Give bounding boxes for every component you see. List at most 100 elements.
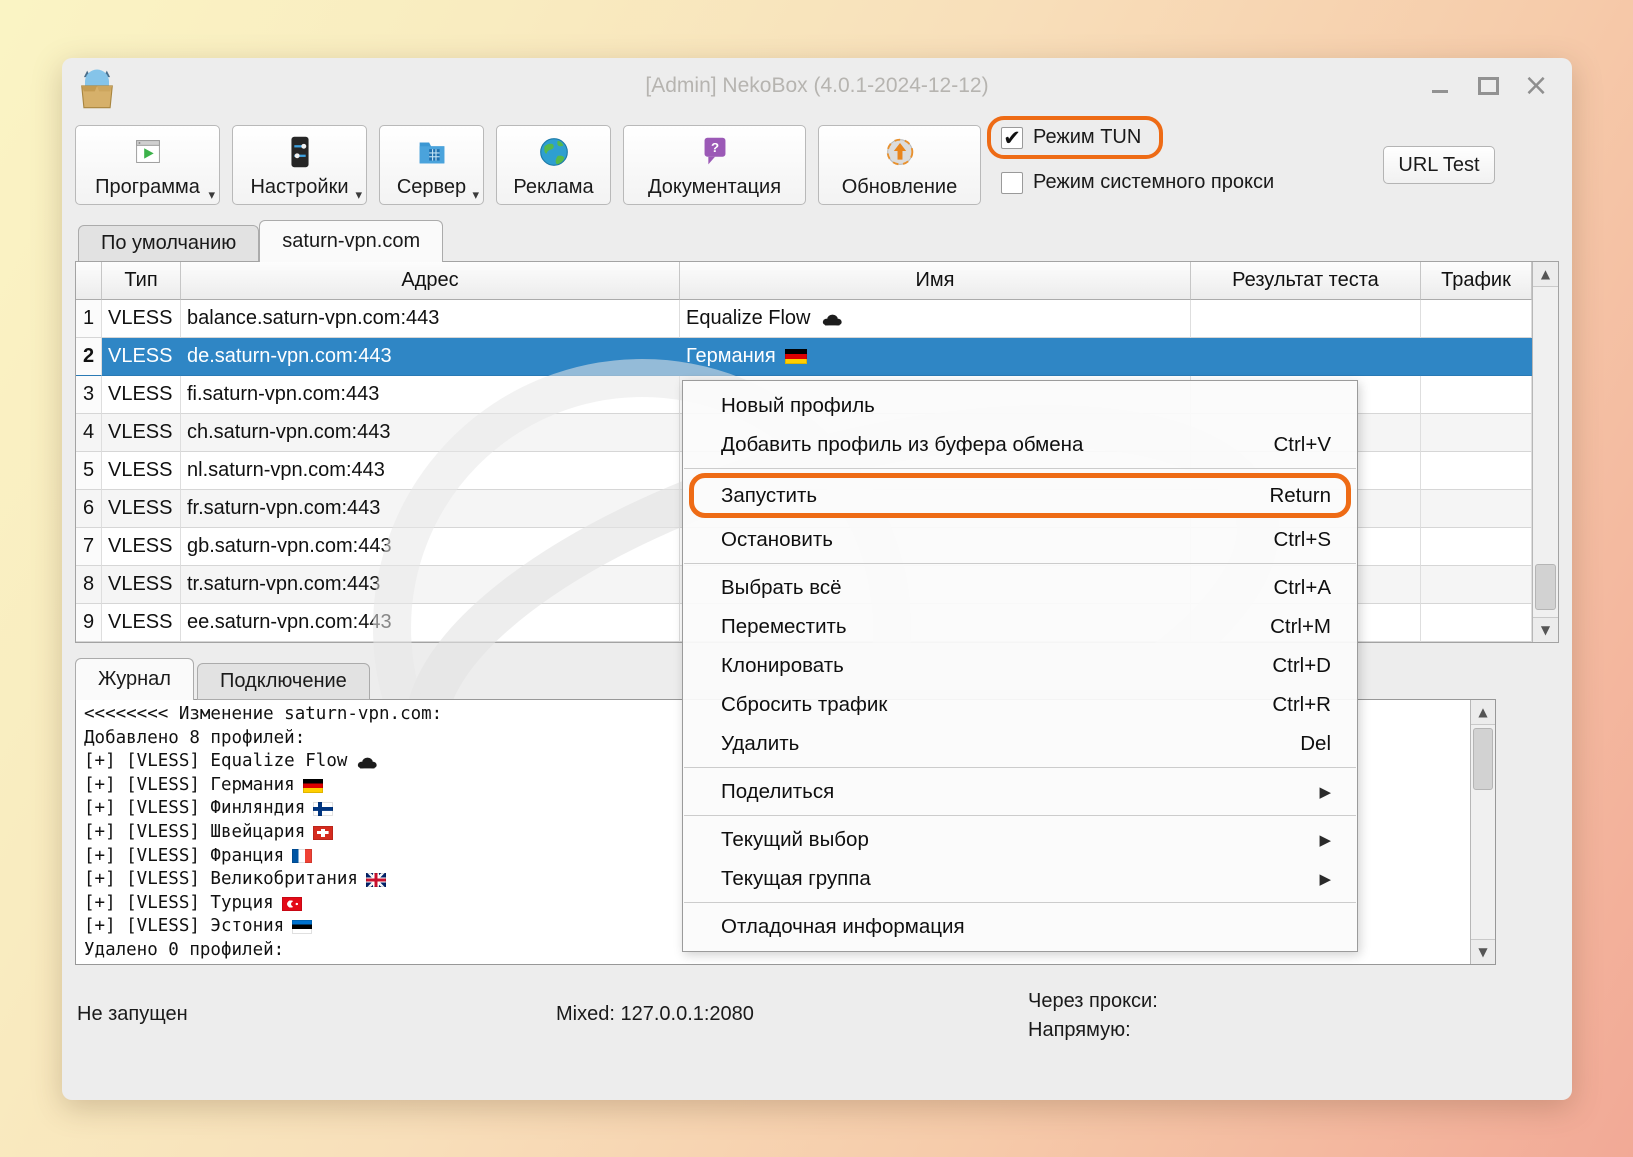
menu-item-label: Выбрать всё [721,576,842,600]
table-corner-cell[interactable] [76,262,102,300]
scroll-up-arrow[interactable]: ▲ [1533,262,1558,287]
cell-type: VLESS [102,338,181,376]
cell-traffic [1421,490,1532,528]
menu-separator [684,767,1356,768]
menu-item[interactable]: Отладочная информация [683,907,1357,946]
group-tabs: По умолчаниюsaturn-vpn.com [75,218,443,262]
maximize-button[interactable] [1476,74,1500,98]
log-tab-inactive[interactable]: Подключение [197,663,370,700]
table-row[interactable]: 1VLESSbalance.saturn-vpn.com:443Equalize… [76,300,1532,338]
row-number: 4 [76,414,102,452]
scroll-down-arrow[interactable]: ▼ [1533,617,1558,642]
status-via-proxy: Через прокси: [1028,987,1158,1016]
context-menu: Новый профиль Добавить профиль из буфера … [682,380,1358,952]
submenu-arrow-icon: ▶ [1319,831,1331,849]
table-scrollbar[interactable]: ▲▼ [1532,262,1558,642]
log-line-text: [+] [VLESS] Эстония [84,915,284,939]
gb-flag-icon [366,873,386,887]
server-table-header: ТипАдресИмяРезультат тестаТрафик [76,262,1532,300]
menu-item[interactable]: Текущая группа▶ [683,859,1357,898]
cell-address: ee.saturn-vpn.com:443 [181,604,680,642]
log-line-text: [+] [VLESS] Турция [84,892,274,916]
cell-traffic [1421,376,1532,414]
cell-address: de.saturn-vpn.com:443 [181,338,680,376]
menu-item-label: Удалить [721,732,799,756]
row-number: 9 [76,604,102,642]
menu-item[interactable]: Поделиться▶ [683,772,1357,811]
row-number: 3 [76,376,102,414]
close-icon: × [1523,74,1548,98]
menu-item-label: Новый профиль [721,394,875,418]
row-number: 5 [76,452,102,490]
menu-item-shortcut: Del [1300,732,1331,756]
cell-type: VLESS [102,566,181,604]
menu-item-label: Клонировать [721,654,844,678]
app-window-icon [129,130,167,174]
column-header-1[interactable]: Тип [102,262,181,300]
scroll-thumb[interactable] [1473,728,1493,790]
column-header-3[interactable]: Имя [680,262,1191,300]
toolbar-button-help-bubble[interactable]: ?Документация [623,125,806,205]
cell-traffic [1421,338,1532,376]
log-tab-active[interactable]: Журнал [75,658,194,700]
menu-item[interactable]: Новый профиль [683,386,1357,425]
titlebar[interactable]: [Admin] NekoBox (4.0.1-2024-12-12) × [62,58,1572,114]
scroll-thumb[interactable] [1535,564,1556,610]
checkmark-icon: ✔ [1003,128,1021,148]
window-controls: × [1428,58,1548,114]
column-header-2[interactable]: Адрес [181,262,680,300]
menu-item[interactable]: КлонироватьCtrl+D [683,646,1357,685]
toolbar-button-settings[interactable]: Настройки▾ [232,125,367,205]
tun-mode-checkbox[interactable]: ✔ Режим TUN [1001,126,1141,149]
menu-item[interactable]: ПереместитьCtrl+M [683,607,1357,646]
toolbar-button-app-window[interactable]: Программа▾ [75,125,220,205]
dropdown-arrow-icon: ▾ [355,188,362,203]
cell-test-result [1191,338,1421,376]
toolbar-button-update[interactable]: Обновление [818,125,981,205]
de-flag-icon [303,779,323,793]
menu-separator [684,468,1356,469]
tun-mode-highlight-ring: ✔ Режим TUN [987,116,1163,159]
url-test-button[interactable]: URL Test [1383,146,1495,184]
menu-item[interactable]: Добавить профиль из буфера обменаCtrl+V [683,425,1357,464]
menu-item[interactable]: ОстановитьCtrl+S [683,520,1357,559]
menu-item[interactable]: Сбросить трафикCtrl+R [683,685,1357,724]
menu-item-shortcut: Ctrl+A [1273,576,1331,600]
log-line-text: <<<<<<<< Изменение saturn-vpn.com: [84,703,442,727]
table-row[interactable]: 2VLESSde.saturn-vpn.com:443Германия [76,338,1532,376]
menu-item[interactable]: Выбрать всё Ctrl+A [683,568,1357,607]
scroll-down-arrow[interactable]: ▼ [1471,939,1495,964]
close-button[interactable]: × [1524,74,1548,98]
column-header-5[interactable]: Трафик [1421,262,1532,300]
log-line-text: Добавлено 8 профилей: [84,727,305,751]
row-number: 8 [76,566,102,604]
log-scrollbar[interactable]: ▲▼ [1470,700,1495,964]
menu-separator [684,563,1356,564]
scroll-up-arrow[interactable]: ▲ [1471,700,1495,725]
menu-item[interactable]: Текущий выбор▶ [683,820,1357,859]
tun-mode-label: Режим TUN [1033,126,1141,149]
column-header-4[interactable]: Результат теста [1191,262,1421,300]
cell-traffic [1421,300,1532,338]
log-line-text: [+] [VLESS] Франция [84,845,284,869]
minimize-button[interactable] [1428,74,1452,98]
update-icon [881,130,919,174]
menu-item-label: Переместить [721,615,847,639]
menu-item[interactable]: ЗапуститьReturn [689,473,1351,518]
submenu-arrow-icon: ▶ [1319,870,1331,888]
menu-item[interactable]: Удалить Del [683,724,1357,763]
toolbar-button-server-folder[interactable]: Сервер▾ [379,125,484,205]
toolbar-button-label: Реклама [513,174,593,200]
cell-test-result [1191,300,1421,338]
toolbar-button-globe[interactable]: Реклама [496,125,611,205]
status-traffic: Через прокси: Напрямую: [1028,987,1158,1045]
group-tab-active[interactable]: saturn-vpn.com [259,220,443,262]
system-proxy-checkbox[interactable]: Режим системного прокси [1001,171,1274,194]
group-tab-inactive[interactable]: По умолчанию [78,225,259,262]
de-flag-icon [785,349,807,364]
help-bubble-icon: ? [696,130,734,174]
cell-traffic [1421,452,1532,490]
dropdown-arrow-icon: ▾ [208,188,215,203]
globe-icon [535,130,573,174]
fr-flag-icon [292,849,312,863]
